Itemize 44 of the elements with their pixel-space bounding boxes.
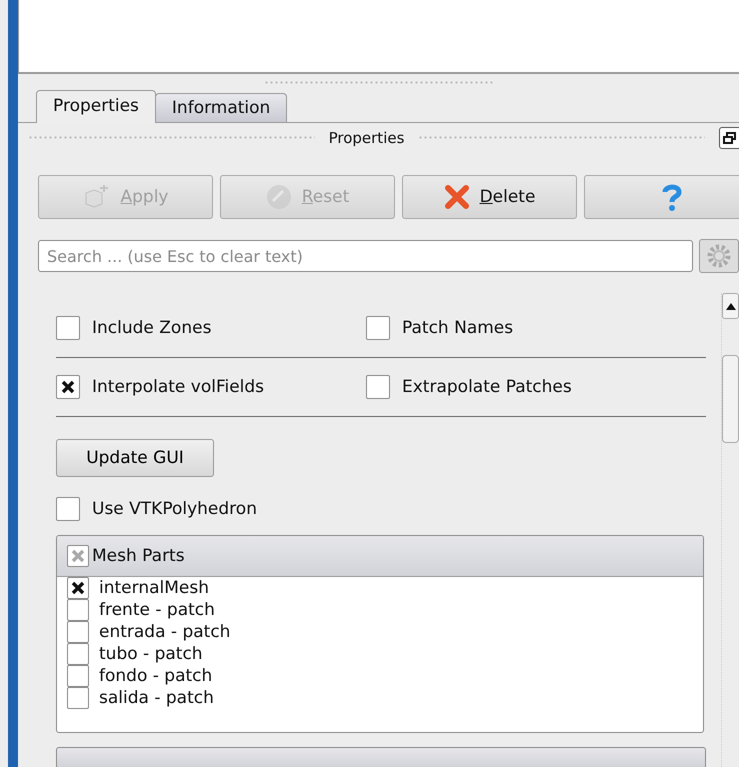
checkbox[interactable] bbox=[366, 316, 390, 340]
help-button[interactable] bbox=[584, 175, 739, 219]
option-label: Patch Names bbox=[402, 318, 514, 338]
float-button[interactable] bbox=[719, 127, 739, 149]
scroll-thumb[interactable] bbox=[722, 355, 739, 443]
list-item[interactable]: salida - patch bbox=[99, 688, 214, 708]
reset-icon bbox=[266, 184, 292, 210]
cross-icon bbox=[61, 380, 75, 394]
checkbox[interactable] bbox=[56, 496, 80, 521]
checkbox[interactable] bbox=[56, 374, 80, 399]
checkbox[interactable] bbox=[67, 642, 89, 665]
tab[interactable]: Properties bbox=[36, 90, 156, 123]
checkbox[interactable] bbox=[67, 686, 89, 709]
search-field[interactable]: Search ... (use Esc to clear text) bbox=[38, 240, 694, 272]
list-item[interactable]: tubo - patch bbox=[99, 644, 203, 664]
header-label: Mesh Parts bbox=[92, 546, 185, 566]
update-gui-button[interactable]: Update GUI bbox=[56, 438, 214, 477]
delete-icon bbox=[444, 185, 470, 209]
cross-icon bbox=[71, 580, 85, 595]
windows-icon bbox=[723, 132, 737, 144]
list-item[interactable]: fondo - patch bbox=[99, 666, 212, 686]
settings-button[interactable] bbox=[699, 239, 739, 273]
tab[interactable]: Information bbox=[154, 93, 288, 122]
delete-button[interactable]: Delete bbox=[402, 175, 577, 219]
checkbox[interactable] bbox=[366, 374, 390, 399]
settings-icon bbox=[706, 243, 732, 269]
list-item[interactable]: frente - patch bbox=[99, 600, 215, 620]
checkbox[interactable] bbox=[67, 620, 89, 643]
option-label: Interpolate volFields bbox=[92, 376, 264, 397]
select-all-checkbox[interactable] bbox=[67, 544, 89, 567]
option-label: Include Zones bbox=[92, 318, 212, 338]
option-label: Extrapolate Patches bbox=[402, 376, 572, 397]
list-item[interactable]: entrada - patch bbox=[99, 622, 230, 642]
checkbox[interactable] bbox=[67, 576, 89, 599]
scrollbar[interactable] bbox=[721, 293, 739, 767]
checkbox[interactable] bbox=[67, 664, 89, 687]
checkbox[interactable] bbox=[56, 316, 80, 340]
list-item[interactable]: internalMesh bbox=[99, 578, 209, 598]
cross-icon bbox=[71, 548, 85, 563]
panel-title: Properties bbox=[328, 129, 404, 147]
option-label: Use VTKPolyhedron bbox=[92, 498, 257, 519]
checkbox[interactable] bbox=[67, 598, 89, 621]
help-icon bbox=[660, 183, 682, 211]
up-arrow-icon bbox=[726, 302, 736, 310]
